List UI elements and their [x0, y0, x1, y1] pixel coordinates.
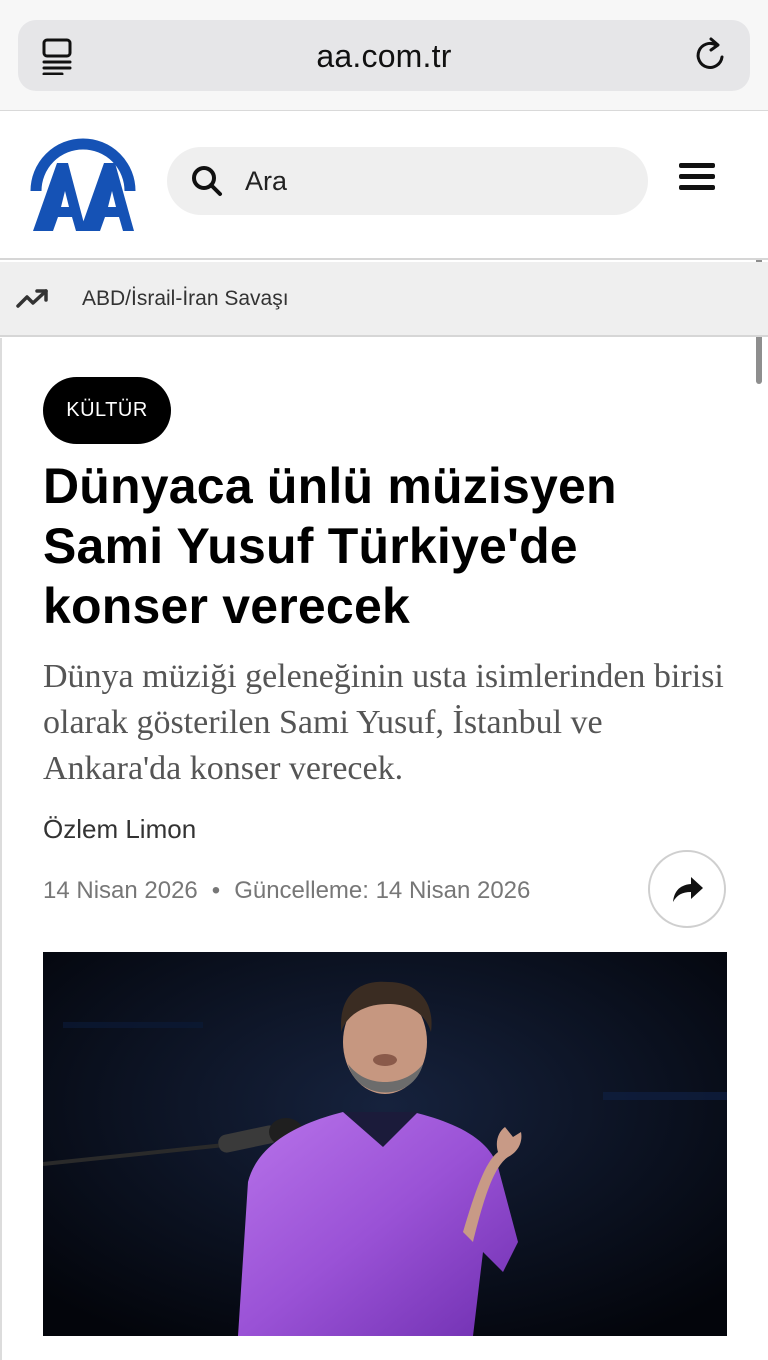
search-icon[interactable]: [191, 165, 223, 197]
aa-logo[interactable]: [28, 127, 138, 235]
address-bar[interactable]: aa.com.tr: [18, 20, 750, 91]
updated-date: Güncelleme: 14 Nisan 2026: [234, 877, 531, 904]
author-name[interactable]: Özlem Limon: [43, 814, 196, 845]
reload-icon[interactable]: [694, 36, 730, 74]
trending-topic-link[interactable]: ABD/İsrail-İran Savaşı: [82, 287, 289, 311]
search-box[interactable]: [167, 147, 648, 215]
url-text[interactable]: aa.com.tr: [18, 38, 750, 75]
share-button[interactable]: [648, 850, 726, 928]
date-line: 14 Nisan 2026 • Güncelleme: 14 Nisan 2026: [43, 877, 530, 905]
article-headline: Dünyaca ünlü müzisyen Sami Yusuf Türkiye…: [43, 458, 617, 634]
hamburger-menu-icon[interactable]: [678, 159, 716, 193]
browser-toolbar: aa.com.tr: [0, 0, 768, 111]
trending-bar: ABD/İsrail-İran Savaşı: [0, 262, 768, 337]
share-arrow-icon: [673, 877, 703, 902]
site-header: [0, 111, 768, 260]
article-summary: Dünya müziği geleneğinin usta isimlerind…: [43, 658, 724, 787]
category-badge[interactable]: KÜLTÜR: [43, 377, 171, 444]
search-input[interactable]: [245, 147, 625, 215]
date-separator: •: [211, 877, 221, 904]
published-date: 14 Nisan 2026: [43, 877, 198, 904]
article: KÜLTÜR Dünyaca ünlü müzisyen Sami Yusuf …: [0, 338, 768, 1360]
trending-up-icon: [16, 289, 48, 308]
article-photo: [43, 952, 727, 1336]
